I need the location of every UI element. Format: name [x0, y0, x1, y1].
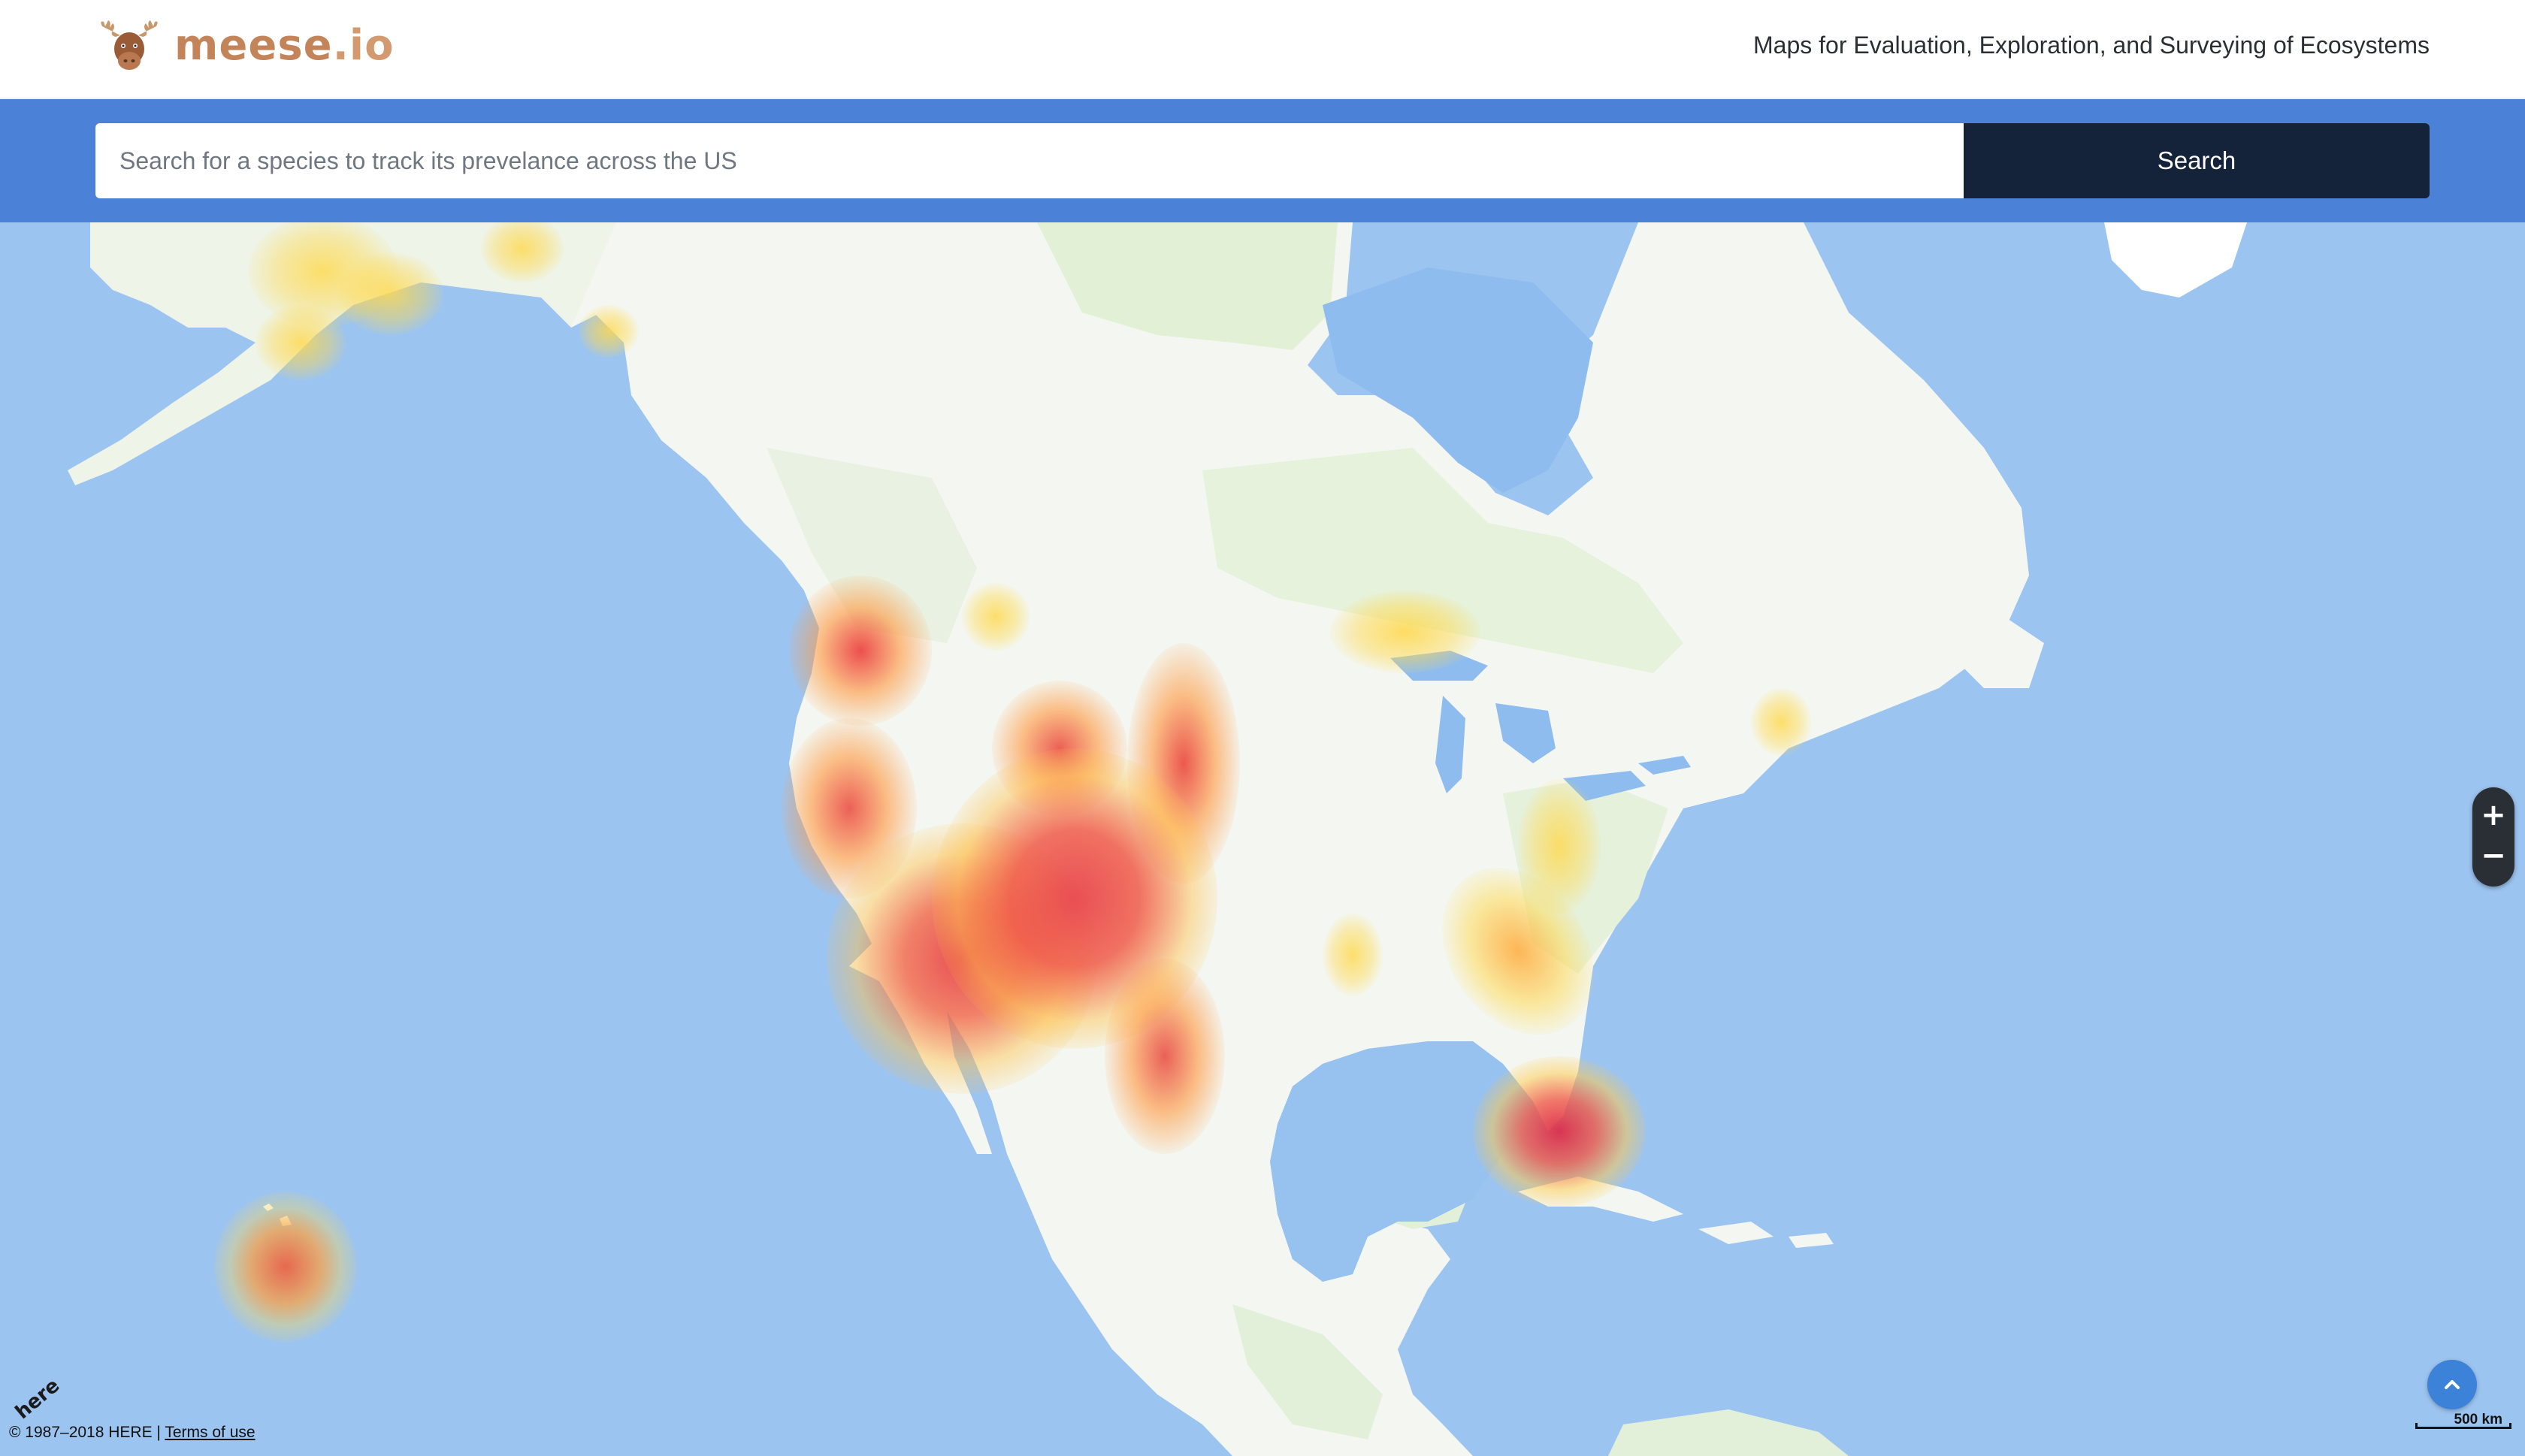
brand-name-main: meese — [174, 21, 333, 70]
zoom-in-button[interactable]: + — [2472, 795, 2514, 835]
search-bar: Search — [0, 99, 2525, 222]
search-button[interactable]: Search — [1964, 123, 2430, 198]
terms-of-use-link[interactable]: Terms of use — [165, 1424, 255, 1441]
svg-text:here: here — [11, 1374, 64, 1424]
scale-line — [2415, 1423, 2511, 1429]
chevron-up-icon — [2445, 1380, 2460, 1389]
here-logo: here — [11, 1374, 64, 1424]
map-copyright: © 1987–2018 HERE | Terms of use — [9, 1424, 256, 1440]
zoom-control: + − — [2472, 787, 2514, 887]
heatmap-map[interactable]: + − here © 1987–2018 HERE | Terms of use… — [0, 222, 2525, 1456]
zoom-out-button[interactable]: − — [2472, 835, 2514, 876]
map-base-layer — [68, 222, 2247, 1456]
plus-icon: + — [2481, 798, 2506, 832]
scale-bar: 500 km — [2415, 1412, 2511, 1435]
species-search-input[interactable] — [95, 123, 1964, 198]
minus-icon: − — [2481, 838, 2506, 873]
header: meese.io Maps for Evaluation, Exploratio… — [0, 0, 2525, 99]
brand-name: meese.io — [174, 25, 395, 67]
copyright-text: © 1987–2018 HERE | — [9, 1424, 165, 1441]
scroll-to-top-button[interactable] — [2427, 1360, 2477, 1409]
moose-head-icon — [101, 20, 158, 70]
brand-name-tld: .io — [332, 21, 395, 70]
tagline: Maps for Evaluation, Exploration, and Su… — [1753, 32, 2430, 59]
brand-logo[interactable]: meese.io — [95, 20, 395, 72]
